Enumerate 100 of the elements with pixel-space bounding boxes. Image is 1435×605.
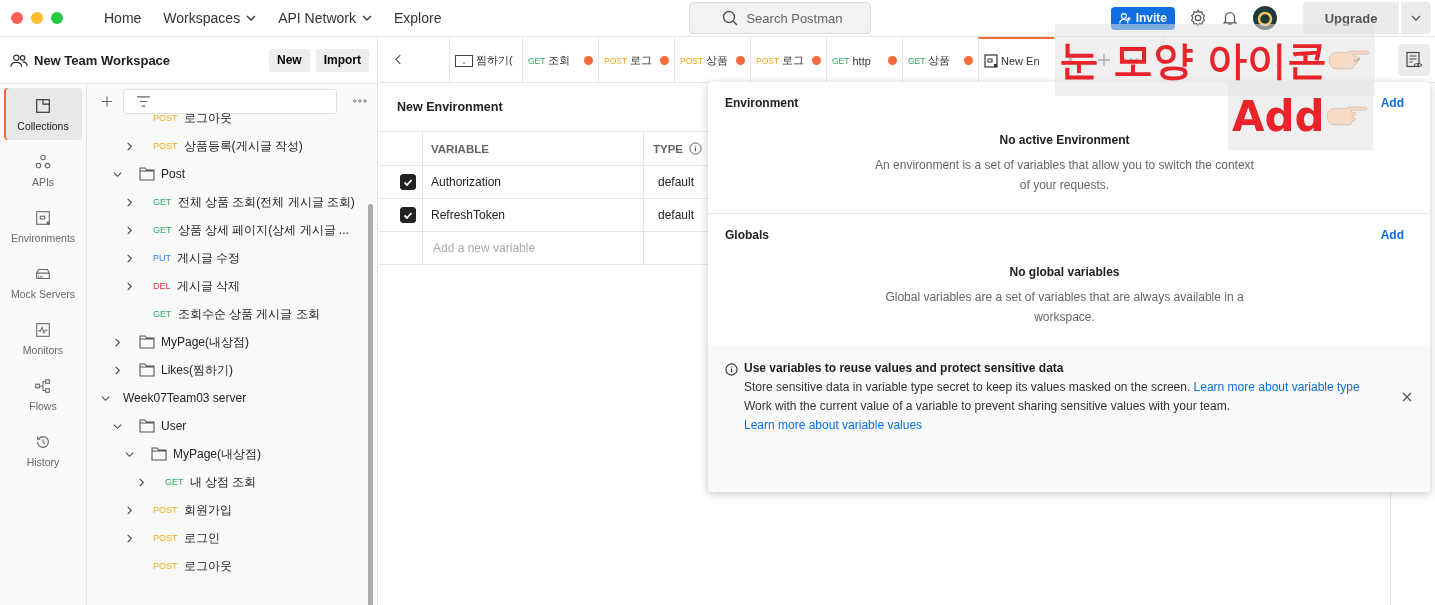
tree-item[interactable]: GET 상품 상세 페이지(상세 게시글 ... <box>87 216 377 244</box>
add-person-icon <box>1118 11 1132 25</box>
tree-item[interactable]: PUT 게시글 수정 <box>87 244 377 272</box>
chevron-right-icon[interactable] <box>137 477 146 487</box>
tree-item[interactable]: POST 회원가입 <box>87 496 377 524</box>
folder-icon <box>151 447 167 461</box>
chevron-down-icon <box>246 15 257 21</box>
nav-link[interactable]: Home <box>104 10 142 26</box>
chevron-right-icon[interactable] <box>125 197 134 207</box>
chevron-right-icon[interactable] <box>113 337 122 347</box>
tree-item[interactable]: POST 로그아웃 <box>87 104 377 132</box>
chevron-right-icon[interactable] <box>125 141 134 151</box>
column-header: VARIABLE <box>431 142 489 155</box>
tab[interactable]: GET 조회 <box>522 37 598 82</box>
add-link[interactable]: Add <box>1380 96 1404 110</box>
tree-item[interactable]: Post <box>87 160 377 188</box>
chevron-down-icon[interactable] <box>125 449 134 459</box>
tab[interactable]: POST 로그 <box>598 37 674 82</box>
close-icon[interactable] <box>1402 392 1412 402</box>
sidebar-item[interactable]: Collections <box>4 88 82 140</box>
flows-icon <box>34 376 52 395</box>
filter-field[interactable] <box>122 88 338 114</box>
section-title: Globals <box>725 228 769 242</box>
sidebar-item[interactable]: APIs <box>4 144 82 196</box>
notification-bell-icon[interactable] <box>1221 9 1239 27</box>
settings-icon[interactable] <box>1189 9 1207 27</box>
checkbox[interactable] <box>400 174 416 190</box>
search-field[interactable]: Search Postman <box>689 2 872 34</box>
tab[interactable]: 찜하기( <box>449 37 522 82</box>
pointing-hand-icon <box>1324 104 1369 128</box>
empty-state-text: Global variables are a set of variables that are always available in a workspace. <box>884 289 1245 326</box>
tree-item[interactable]: User <box>87 412 377 440</box>
chevron-down-icon <box>361 15 372 21</box>
tree-item[interactable]: Likes(찜하기) <box>87 356 377 384</box>
chevron-left-icon[interactable] <box>395 54 402 65</box>
new-variable-field[interactable]: Add a new variable <box>431 240 635 256</box>
tab[interactable]: New En <box>978 37 1054 82</box>
annotation-overlay: Add <box>1228 82 1373 150</box>
environment-quick-look-button[interactable] <box>1398 43 1430 76</box>
tree-item[interactable]: MyPage(내상점) <box>87 328 377 356</box>
section-title: Environment <box>725 96 799 110</box>
close-window-button[interactable] <box>11 12 23 24</box>
chevron-down-icon[interactable] <box>113 421 122 431</box>
chevron-right-icon[interactable] <box>125 281 134 291</box>
environment-icon <box>984 53 998 68</box>
sidebar-item[interactable]: Flows <box>4 368 82 420</box>
nav-link[interactable]: Explore <box>393 10 442 26</box>
close-icon[interactable] <box>1066 55 1075 64</box>
tree-item[interactable]: GET 전체 상품 조회(전체 게시글 조회) <box>87 188 377 216</box>
more-icon[interactable] <box>1123 57 1139 62</box>
chevron-right-icon[interactable] <box>125 253 134 263</box>
sidebar-item[interactable]: History <box>4 424 82 476</box>
tip-title: Use variables to reuse values and protect sensitive data <box>744 361 1065 375</box>
sidebar-item[interactable]: Mock Servers <box>4 256 82 308</box>
empty-state-title: No global variables <box>1008 265 1121 279</box>
avatar[interactable] <box>1253 6 1277 30</box>
table-cell: RefreshToken <box>431 208 506 222</box>
sidebar-item[interactable]: Monitors <box>4 312 82 364</box>
tree-item[interactable]: GET 내 상점 조회 <box>87 468 377 496</box>
tree-item[interactable]: POST 로그아웃 <box>87 552 377 580</box>
search-icon <box>722 10 739 26</box>
more-icon[interactable] <box>353 99 367 103</box>
add-icon[interactable] <box>101 94 113 108</box>
column-header: TYPE <box>653 142 684 155</box>
workspace-name: New Team Workspace <box>34 52 172 68</box>
workspace-action-button[interactable]: New <box>268 48 310 72</box>
empty-state-title: No active Environment <box>998 133 1131 147</box>
folder-icon <box>139 167 155 181</box>
checkbox[interactable] <box>400 207 416 223</box>
chevron-down-icon <box>1411 15 1421 21</box>
chevron-right-icon[interactable] <box>125 533 134 543</box>
apis-icon <box>34 152 52 171</box>
table-cell: Authorization <box>431 175 502 189</box>
workspace-action-button[interactable]: Import <box>315 48 369 72</box>
folder-icon <box>139 419 155 433</box>
chevron-down-icon[interactable] <box>113 169 122 179</box>
nav-link[interactable]: Workspaces <box>163 10 257 26</box>
chevron-right-icon[interactable] <box>125 505 134 515</box>
tree-item[interactable]: GET 조회수순 상품 게시글 조회 <box>87 300 377 328</box>
tree-item[interactable]: DEL 게시글 삭제 <box>87 272 377 300</box>
sidebar-item[interactable]: Environments <box>4 200 82 252</box>
nav-link[interactable]: API Network <box>278 10 372 26</box>
filter-icon <box>135 95 151 107</box>
chevron-down-icon[interactable] <box>101 393 110 403</box>
learn-more-link[interactable]: Learn more about variable values <box>744 418 923 432</box>
add-link[interactable]: Add <box>1380 228 1404 242</box>
tree-item[interactable]: Week07Team03 server <box>87 384 377 412</box>
chevron-right-icon[interactable] <box>113 365 122 375</box>
monitors-icon <box>34 320 52 339</box>
empty-state-text: An environment is a set of variables that allow you to switch the context of your requests. <box>874 157 1255 194</box>
tree-item[interactable]: POST 로그인 <box>87 524 377 552</box>
invite-button[interactable]: Invite <box>1110 6 1175 30</box>
tree-item[interactable]: MyPage(내상점) <box>87 440 377 468</box>
upgrade-button[interactable]: Upgrade <box>1303 2 1399 34</box>
table-cell-text: default <box>657 208 695 222</box>
chevron-right-icon[interactable] <box>125 225 134 235</box>
learn-more-link[interactable]: Learn more about variable type <box>1193 380 1360 394</box>
info-icon <box>689 142 703 155</box>
collections-icon <box>34 96 52 115</box>
tree-item[interactable]: POST 상품등록(게시글 작성) <box>87 132 377 160</box>
